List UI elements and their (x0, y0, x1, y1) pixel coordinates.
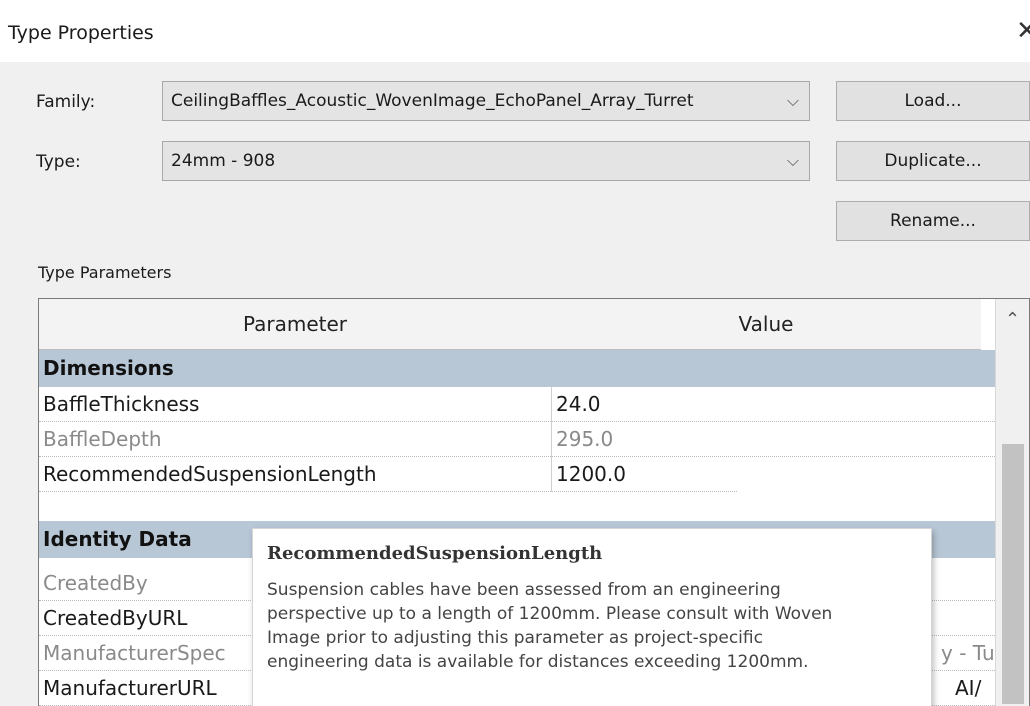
value-column-header[interactable]: Value (551, 299, 981, 350)
type-dropdown[interactable]: 24mm - 908 ⌵ (162, 141, 810, 181)
family-dropdown[interactable]: CeilingBaffles_Acoustic_WovenImage_EchoP… (162, 81, 810, 121)
rename-button[interactable]: Rename... (836, 201, 1030, 241)
param-name: BaffleThickness (43, 392, 200, 416)
param-value[interactable]: AI/ (951, 671, 981, 706)
chevron-down-icon: ⌵ (786, 91, 799, 110)
vertical-scrollbar[interactable]: ⌃ (995, 299, 1029, 706)
close-icon[interactable]: ✕ (1016, 18, 1030, 44)
param-name: BaffleDepth (43, 427, 162, 451)
table-row-selected[interactable]: RecommendedSuspensionLength 1200.0 (39, 457, 737, 492)
scrollbar-thumb[interactable] (1002, 444, 1024, 704)
tooltip-line: Image prior to adjusting this parameter … (267, 628, 763, 648)
tooltip-title: RecommendedSuspensionLength (267, 543, 603, 564)
chevron-down-icon: ⌵ (786, 151, 799, 170)
load-button[interactable]: Load... (836, 81, 1030, 121)
param-value[interactable]: 295.0 (551, 422, 613, 457)
duplicate-button[interactable]: Duplicate... (836, 141, 1030, 181)
dialog-title: Type Properties (8, 22, 154, 44)
tooltip-line: perspective up to a length of 1200mm. Pl… (267, 604, 833, 624)
chevron-up-icon[interactable]: ⌃ (1005, 309, 1020, 330)
parameter-column-header[interactable]: Parameter (39, 299, 552, 350)
group-header-dimensions[interactable]: Dimensions (39, 350, 995, 387)
tooltip-line: Suspension cables have been assessed fro… (267, 580, 781, 600)
param-value[interactable]: 24.0 (551, 387, 601, 422)
type-properties-dialog: Type Properties ✕ Family: CeilingBaffles… (0, 0, 1030, 706)
tooltip-line: engineering data is available for distan… (267, 652, 809, 672)
type-value: 24mm - 908 (171, 151, 276, 171)
table-row[interactable]: BaffleThickness 24.0 (39, 387, 995, 422)
param-name: RecommendedSuspensionLength (43, 462, 377, 486)
table-row[interactable]: BaffleDepth 295.0 (39, 422, 995, 457)
param-value[interactable]: y - Tu (937, 636, 995, 671)
title-bar: Type Properties ✕ (0, 0, 1030, 62)
type-parameters-label: Type Parameters (38, 263, 172, 282)
parameter-tooltip: RecommendedSuspensionLength Suspension c… (252, 528, 932, 706)
tooltip-text: Suspension cables have been assessed fro… (267, 578, 917, 674)
family-value: CeilingBaffles_Acoustic_WovenImage_EchoP… (171, 91, 694, 111)
family-label: Family: (36, 92, 96, 112)
param-value[interactable]: 1200.0 (551, 457, 626, 492)
type-label: Type: (36, 152, 81, 172)
